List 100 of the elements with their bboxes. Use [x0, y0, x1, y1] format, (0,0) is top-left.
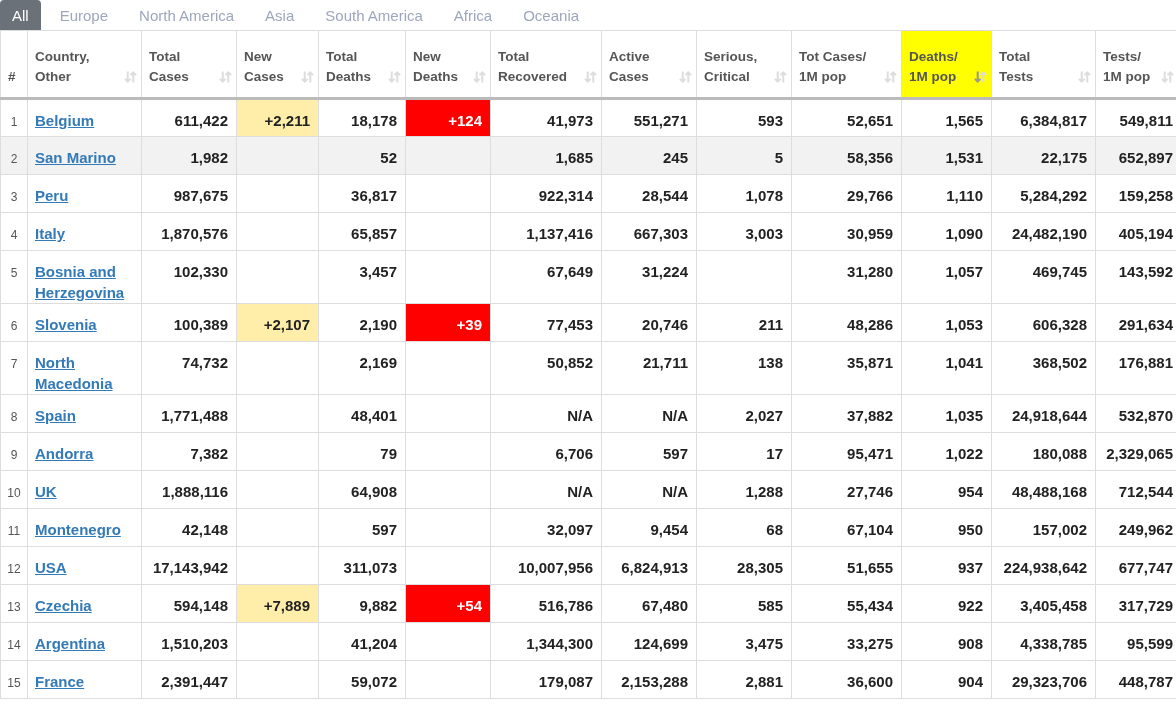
region-tab[interactable]: North America: [127, 0, 247, 30]
table-cell: 516,786: [490, 584, 602, 623]
table-cell: 937: [901, 546, 992, 585]
sort-icon[interactable]: [1078, 70, 1091, 84]
row-number: 10: [0, 470, 28, 509]
sort-icon[interactable]: [473, 70, 486, 84]
table-cell: 1,057: [901, 250, 992, 304]
table-cell: 3,003: [696, 212, 792, 251]
table-cell: 180,088: [991, 432, 1096, 471]
table-cell: 585: [696, 584, 792, 623]
table-cell: 1,137,416: [490, 212, 602, 251]
sort-icon[interactable]: [584, 70, 597, 84]
table-cell: 7,382: [141, 432, 237, 471]
table-cell: 9,882: [318, 584, 406, 623]
column-header[interactable]: Total Recovered: [490, 30, 602, 99]
row-number: 4: [0, 212, 28, 251]
table-cell: 18,178: [318, 98, 406, 137]
table-cell: 17,143,942: [141, 546, 237, 585]
table-cell: 1,888,116: [141, 470, 237, 509]
table-cell: 28,305: [696, 546, 792, 585]
new-deaths-cell: +54: [405, 584, 491, 623]
row-number: 3: [0, 174, 28, 213]
table-cell: 37,882: [791, 394, 902, 433]
sort-icon[interactable]: [679, 70, 692, 84]
table-cell: 68: [696, 508, 792, 547]
column-header[interactable]: Total Cases: [141, 30, 237, 99]
table-cell: 29,766: [791, 174, 902, 213]
table-cell: 597: [601, 432, 697, 471]
region-tab[interactable]: All: [0, 0, 41, 30]
sort-icon[interactable]: [974, 70, 987, 84]
region-tab[interactable]: Europe: [47, 0, 121, 30]
country-link[interactable]: USA: [35, 557, 67, 578]
table-cell: 58,356: [791, 136, 902, 175]
table-cell: 124,699: [601, 622, 697, 661]
column-header[interactable]: Total Tests: [991, 30, 1096, 99]
row-number: 12: [0, 546, 28, 585]
table-cell: 31,280: [791, 250, 902, 304]
table-cell: 2,881: [696, 660, 792, 699]
column-header[interactable]: Tests/ 1M pop: [1095, 30, 1176, 99]
table-cell: 224,938,642: [991, 546, 1096, 585]
table-cell: 593: [696, 98, 792, 137]
region-tab[interactable]: Oceania: [511, 0, 592, 30]
table-cell: 1,053: [901, 303, 992, 342]
column-header[interactable]: Country, Other: [27, 30, 142, 99]
row-number: 8: [0, 394, 28, 433]
table-cell: 6,706: [490, 432, 602, 471]
column-header[interactable]: Total Deaths: [318, 30, 406, 99]
table-cell: 3,457: [318, 250, 406, 304]
table-cell: 245: [601, 136, 697, 175]
region-tab[interactable]: South America: [313, 0, 435, 30]
table-cell: N/A: [601, 394, 697, 433]
sort-icon[interactable]: [1161, 70, 1174, 84]
sort-icon[interactable]: [301, 70, 314, 84]
table-cell: 55,434: [791, 584, 902, 623]
table-cell: 74,732: [141, 341, 237, 395]
table-cell: 922,314: [490, 174, 602, 213]
table-cell: 77,453: [490, 303, 602, 342]
table-cell: N/A: [490, 394, 602, 433]
table-cell: 551,271: [601, 98, 697, 137]
new-cases-cell: +2,211: [236, 98, 319, 137]
table-cell: 3,405,458: [991, 584, 1096, 623]
column-header: #: [0, 30, 28, 99]
table-cell: 1,510,203: [141, 622, 237, 661]
table-cell: 1,870,576: [141, 212, 237, 251]
sort-icon[interactable]: [219, 70, 232, 84]
sort-icon[interactable]: [884, 70, 897, 84]
sort-icon[interactable]: [774, 70, 787, 84]
table-cell: 52: [318, 136, 406, 175]
column-header[interactable]: Active Cases: [601, 30, 697, 99]
table-cell: 1,110: [901, 174, 992, 213]
country-link[interactable]: Italy: [35, 223, 65, 244]
table-cell: 311,073: [318, 546, 406, 585]
row-number: 11: [0, 508, 28, 547]
table-cell: 606,328: [991, 303, 1096, 342]
column-header[interactable]: Deaths/ 1M pop: [901, 30, 992, 99]
table-cell: 1,035: [901, 394, 992, 433]
table-cell: 987,675: [141, 174, 237, 213]
country-link[interactable]: UK: [35, 481, 57, 502]
column-header[interactable]: Serious, Critical: [696, 30, 792, 99]
table-cell: 138: [696, 341, 792, 395]
table-cell: 35,871: [791, 341, 902, 395]
row-number: 14: [0, 622, 28, 661]
table-cell: 2,153,288: [601, 660, 697, 699]
table-cell: 950: [901, 508, 992, 547]
table-cell: 67,104: [791, 508, 902, 547]
table-cell: 79: [318, 432, 406, 471]
sort-icon[interactable]: [388, 70, 401, 84]
region-tab[interactable]: Asia: [253, 0, 307, 30]
table-cell: 48,488,168: [991, 470, 1096, 509]
table-cell: 32,097: [490, 508, 602, 547]
sort-icon[interactable]: [124, 70, 137, 84]
table-cell: 1,041: [901, 341, 992, 395]
row-number: 5: [0, 250, 28, 304]
row-number: 2: [0, 136, 28, 175]
country-link[interactable]: Peru: [35, 185, 69, 206]
table-cell: 31,224: [601, 250, 697, 304]
region-tab[interactable]: Africa: [441, 0, 505, 30]
country-link[interactable]: Spain: [35, 405, 76, 426]
table-cell: 102,330: [141, 250, 237, 304]
table-cell: 2,169: [318, 341, 406, 395]
